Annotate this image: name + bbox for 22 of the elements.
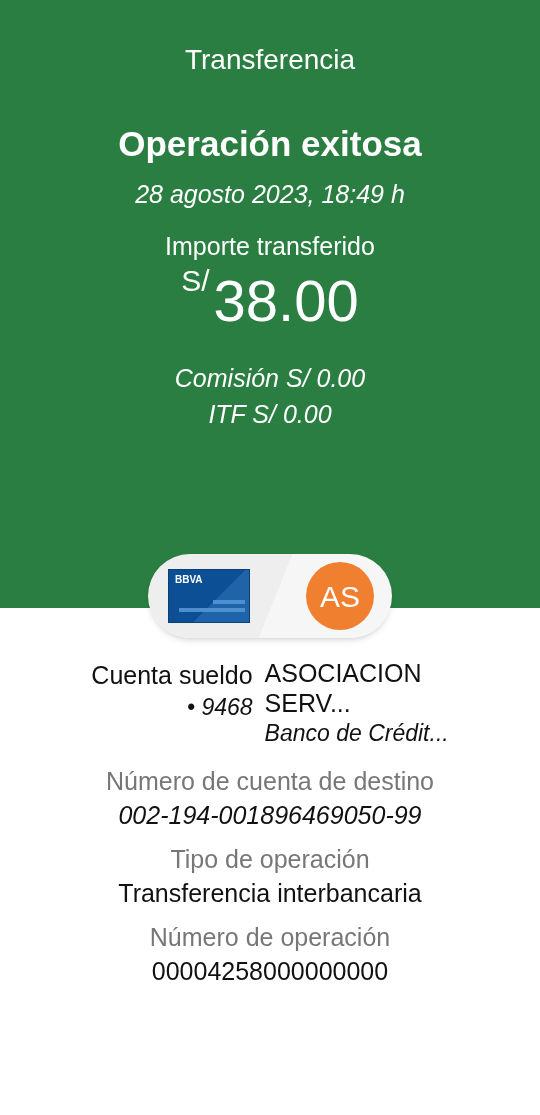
fee-text: ITF S/ 0.00 [208, 399, 332, 430]
account-number: • 9468 [186, 693, 253, 722]
detail-value: Transferencia interbancaria [118, 878, 422, 909]
bank-name: Banco de Crédit... [264, 719, 449, 748]
recipient-name: ASOCIACION [264, 658, 422, 688]
screen-title: Transferencia [184, 43, 356, 77]
card-stripes-icon [179, 600, 245, 612]
currency-symbol: S/ [181, 266, 210, 296]
date-time: 28 agosto 2023, 18:49 h [135, 179, 405, 210]
fee-text: Comisión S/ 0.00 [174, 363, 366, 394]
detail-value: 00004258000000000 [151, 956, 389, 987]
account-name: Cuenta sueldo [91, 660, 253, 691]
avatar: AS [306, 562, 374, 630]
recipient-name: SERV... [264, 688, 351, 718]
detail-value: 002-194-001896469050-99 [118, 800, 422, 831]
detail-label: Número de operación [149, 922, 391, 953]
detail-label: Número de cuenta de destino [106, 766, 434, 797]
status-title: Operación exitosa [118, 123, 422, 165]
amount-value: 38.00 [213, 272, 359, 330]
card-brand: BBVA [175, 575, 203, 585]
detail-label: Tipo de operación [170, 844, 370, 875]
amount-label: Importe transferido [165, 231, 375, 262]
